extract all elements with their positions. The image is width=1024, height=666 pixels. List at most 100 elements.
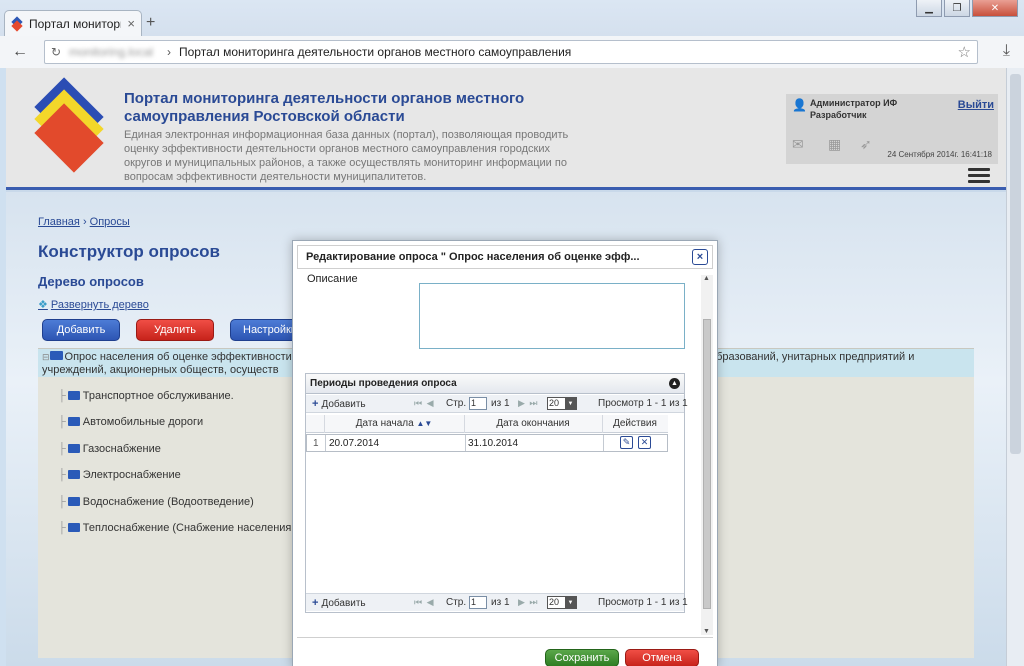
tree-item[interactable]: ├ Автомобильные дороги (58, 416, 203, 428)
url-host: monitoring.local (69, 45, 154, 59)
expand-tree-icon: ❖ (38, 299, 48, 311)
pager-page-input[interactable]: 1 (469, 596, 487, 609)
grid-top-pager: +Добавить ⏮ ◀ Стр. 1 из 1 ▶ ⏭ 20 Просмот… (306, 395, 688, 413)
user-panel: 👤 Администратор ИФ Разработчик Выйти ✉ ▦… (786, 94, 998, 164)
pager-size-select[interactable]: 20 (547, 397, 577, 410)
column-header-actions: Действия (613, 418, 657, 429)
dialog-scroll-thumb[interactable] (703, 319, 711, 609)
delete-row-icon[interactable]: ✕ (638, 436, 651, 449)
address-bar[interactable]: ↻ monitoring.local › Портал мониторинга … (44, 40, 978, 64)
collapse-grid-icon[interactable]: ▲ (669, 378, 680, 389)
tree-toggle-icon[interactable]: ⊟ (42, 352, 50, 362)
pager-size-select[interactable]: 20 (547, 596, 577, 609)
new-tab-button[interactable]: + (146, 14, 155, 32)
pager-view-label: Просмотр 1 - 1 из 1 (598, 597, 688, 608)
pager-next-last-icon[interactable]: ▶ ⏭ (518, 398, 539, 409)
url-page-title: Портал мониторинга деятельности органов … (179, 45, 572, 59)
grid-add-button-bottom[interactable]: + Добавить (312, 597, 366, 609)
back-arrow-icon[interactable]: ← (12, 43, 34, 61)
edit-row-icon[interactable]: ✎ (620, 436, 633, 449)
browser-tab[interactable]: Портал мониторинга × (4, 10, 142, 36)
user-role: Разработчик (810, 110, 867, 120)
save-button[interactable]: Сохранить (545, 649, 619, 666)
expand-tree-link[interactable]: ❖ Развернуть дерево (38, 298, 149, 311)
tree-item[interactable]: ├ Газоснабжение (58, 443, 161, 455)
grid-bottom-pager: +Добавить ⏮ ◀ Стр. 1 из 1 ▶ ⏭ 20 Просмот… (306, 593, 688, 611)
reload-icon[interactable]: ↻ (51, 45, 61, 59)
grid-header-row: Дата начала ▲▼ Дата окончания Действия (306, 415, 668, 433)
pager-of-label: из 1 (491, 597, 510, 608)
tree-item[interactable]: ├ Электроснабжение (58, 469, 181, 481)
page-scroll-thumb[interactable] (1010, 74, 1021, 454)
edit-survey-dialog: Редактирование опроса " Опрос населения … (292, 240, 718, 666)
tree-item[interactable]: ├ Водоснабжение (Водоотведение) (58, 496, 254, 508)
tree-title: Дерево опросов (38, 274, 144, 289)
delete-button[interactable]: Удалить (136, 319, 214, 341)
logout-link[interactable]: Выйти (958, 99, 994, 111)
folder-icon (67, 523, 80, 532)
breadcrumb-current-link[interactable]: Опросы (90, 216, 130, 228)
scroll-up-icon[interactable]: ▲ (703, 275, 710, 282)
hamburger-menu-icon[interactable] (968, 168, 990, 184)
tree-root-text-line2: учреждений, акционерных обществ, осущест… (42, 364, 279, 376)
column-header-start-date[interactable]: Дата начала ▲▼ (324, 418, 464, 429)
folder-icon (67, 470, 80, 479)
current-datetime: 24 Сентября 2014г. 16:41:18 (887, 150, 992, 159)
mail-icon[interactable]: ✉ (792, 136, 804, 153)
minimize-button[interactable]: ▁ (916, 0, 942, 17)
pager-view-label: Просмотр 1 - 1 из 1 (598, 398, 688, 409)
pager-first-prev-icon[interactable]: ⏮ ◀ (414, 597, 435, 608)
cancel-button[interactable]: Отмена (625, 649, 699, 666)
calendar-icon[interactable]: ▦ (828, 136, 841, 153)
rocket-icon[interactable]: ➶ (860, 136, 872, 153)
site-favicon-icon (11, 18, 23, 30)
browser-chrome: Портал мониторинга × + ▁ ❐ ✕ ← ↻ monitor… (0, 0, 1024, 68)
tree-root-label: ⊟ Опрос населения об оценке эффективности… (42, 351, 292, 377)
tree-root-tail-text: образований, унитарных предприятий и (710, 351, 915, 363)
sort-icon: ▲▼ (416, 419, 433, 428)
site-header: Портал мониторинга деятельности органов … (6, 68, 1006, 190)
tab-close-icon[interactable]: × (127, 16, 135, 31)
tab-title: Портал мониторинга (29, 16, 121, 31)
browser-toolbar: ← ↻ monitoring.local › Портал мониторинг… (0, 36, 1024, 68)
pager-page-label: Стр. (446, 597, 467, 608)
tree-root-text: Опрос населения об оценке эффективности (64, 351, 292, 363)
pager-next-last-icon[interactable]: ▶ ⏭ (518, 597, 539, 608)
folder-icon (49, 351, 63, 360)
close-window-button[interactable]: ✕ (972, 0, 1018, 17)
window-controls: ▁ ❐ ✕ (916, 0, 1018, 17)
breadcrumb-separator: › (82, 216, 87, 228)
breadcrumb: Главная › Опросы (38, 216, 130, 228)
download-icon[interactable]: ⤓ (1003, 42, 1010, 60)
pager-page-input[interactable]: 1 (469, 397, 487, 410)
grid-add-button[interactable]: + Добавить (312, 398, 366, 410)
scroll-down-icon[interactable]: ▼ (703, 628, 710, 635)
table-row[interactable]: 1 20.07.2014 31.10.2014 ✎ ✕ (306, 434, 668, 452)
user-name: Администратор ИФ (810, 98, 898, 108)
breadcrumb-home-link[interactable]: Главная (38, 216, 80, 228)
grid-caption: Периоды проведения опроса ▲ (306, 374, 684, 394)
start-date-cell: 20.07.2014 (329, 438, 380, 449)
description-textarea[interactable] (419, 283, 685, 349)
pager-of-label: из 1 (491, 398, 510, 409)
dialog-title: Редактирование опроса " Опрос населения … (306, 251, 640, 263)
dialog-close-icon[interactable]: × (692, 249, 708, 265)
page-scrollbar[interactable] (1006, 68, 1024, 666)
description-label: Описание (307, 273, 358, 285)
dialog-scrollbar[interactable]: ▲ ▼ (701, 275, 713, 635)
end-date-cell: 31.10.2014 (468, 438, 519, 449)
grid-caption-title: Периоды проведения опроса (310, 378, 457, 389)
pager-page-label: Стр. (446, 398, 467, 409)
folder-icon (67, 391, 80, 400)
site-title: Портал мониторинга деятельности органов … (124, 90, 525, 125)
page-title: Конструктор опросов (38, 242, 221, 261)
column-header-end-date[interactable]: Дата окончания (464, 418, 602, 429)
restore-button[interactable]: ❐ (944, 0, 970, 17)
tree-item[interactable]: ├ Теплоснабжение (Снабжение населения (58, 522, 291, 534)
pager-first-prev-icon[interactable]: ⏮ ◀ (414, 398, 435, 409)
add-button[interactable]: Добавить (42, 319, 120, 341)
site-logo[interactable] (28, 77, 114, 173)
bookmark-star-icon[interactable]: ☆ (958, 43, 971, 61)
dialog-body: Описание Периоды проведения опроса ▲ + До… (297, 271, 707, 631)
tree-item[interactable]: ├ Транспортное обслуживание. (58, 390, 234, 402)
